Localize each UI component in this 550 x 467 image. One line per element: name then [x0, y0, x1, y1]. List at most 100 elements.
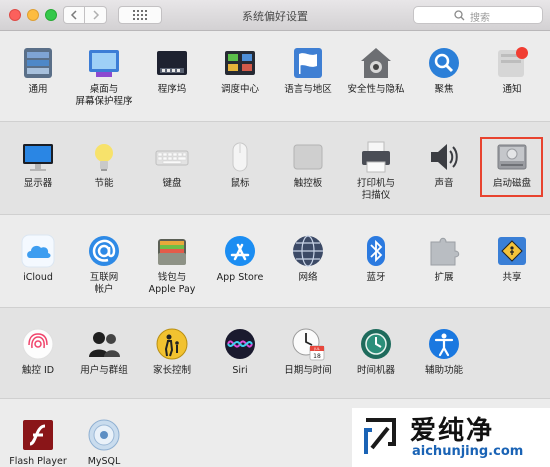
pref-general[interactable]: 通用 [6, 46, 70, 96]
pref-label: 蓝牙 [366, 272, 386, 283]
wallet-icon [155, 234, 189, 268]
pref-label: 通用 [28, 84, 48, 95]
pref-label: 互联网 帐户 [89, 272, 119, 295]
pref-label: 触控 ID [21, 365, 55, 376]
printer-icon [359, 140, 393, 174]
pref-time-machine[interactable]: 时间机器 [344, 327, 408, 377]
calendar-day: 18 [313, 353, 321, 360]
pref-dock[interactable]: 程序坞 [140, 46, 204, 96]
pref-label: 程序坞 [157, 84, 187, 95]
pref-language-region[interactable]: 语言与地区 [276, 46, 340, 96]
pref-spotlight[interactable]: 聚焦 [412, 46, 476, 96]
title-bar: 系统偏好设置 搜索 [0, 0, 550, 31]
pref-label: MySQL [87, 456, 121, 467]
pref-label: 鼠标 [230, 178, 250, 189]
pref-label: Siri [232, 365, 248, 376]
pref-label: 显示器 [23, 178, 53, 189]
keyboard-icon [155, 140, 189, 174]
mission-control-icon [223, 46, 257, 80]
pref-notifications[interactable]: 通知 [480, 46, 544, 96]
pref-label: 网络 [298, 272, 318, 283]
pref-label: 声音 [434, 178, 454, 189]
globe-icon [291, 234, 325, 268]
pref-label: 辅助功能 [424, 365, 463, 376]
pref-mouse[interactable]: 鼠标 [208, 140, 272, 190]
pref-trackpad[interactable]: 触控板 [276, 140, 340, 190]
pref-siri[interactable]: Siri [208, 327, 272, 377]
pref-internet-accounts[interactable]: 互联网 帐户 [72, 234, 136, 296]
dock-icon [155, 46, 189, 80]
bluetooth-icon [359, 234, 393, 268]
startup-disk-highlight-box [480, 137, 543, 197]
pref-mysql[interactable]: MySQL [72, 418, 136, 467]
clock-calendar-icon: JUL 18 [291, 327, 325, 361]
house-lock-icon [359, 46, 393, 80]
pref-label: 调度中心 [220, 84, 259, 95]
magnifier-icon [427, 46, 461, 80]
pref-label: 打印机与 扫描仪 [356, 178, 395, 201]
siri-icon [223, 327, 257, 361]
users-icon [87, 327, 121, 361]
pref-sound[interactable]: 声音 [412, 140, 476, 190]
flash-player-icon [21, 418, 55, 452]
time-machine-icon [359, 327, 393, 361]
pref-label: 触控板 [293, 178, 323, 189]
pref-keyboard[interactable]: 键盘 [140, 140, 204, 190]
pref-icloud[interactable]: iCloud [6, 234, 70, 284]
pref-label: 共享 [502, 272, 522, 283]
pref-label: 语言与地区 [284, 84, 332, 95]
pref-label: 安全性与隐私 [347, 84, 405, 95]
pref-label: 钱包与 Apple Pay [148, 272, 196, 295]
pref-touch-id[interactable]: 触控 ID [6, 327, 70, 377]
pref-label: 日期与时间 [284, 365, 332, 376]
pref-flash-player[interactable]: Flash Player [6, 418, 70, 467]
pref-security-privacy[interactable]: 安全性与隐私 [344, 46, 408, 96]
pref-label: iCloud [23, 272, 53, 283]
accessibility-icon [427, 327, 461, 361]
pref-energy-saver[interactable]: 节能 [72, 140, 136, 190]
pref-users-groups[interactable]: 用户与群组 [72, 327, 136, 377]
pref-label: 用户与群组 [80, 365, 128, 376]
app-store-icon [223, 234, 257, 268]
puzzle-piece-icon [427, 234, 461, 268]
pref-label: Flash Player [9, 456, 67, 467]
pref-accessibility[interactable]: 辅助功能 [412, 327, 476, 377]
pref-parental-controls[interactable]: 家长控制 [140, 327, 204, 377]
pref-date-time[interactable]: JUL 18 日期与时间 [276, 327, 340, 377]
trackpad-icon [291, 140, 325, 174]
sharing-sign-icon [495, 234, 529, 268]
search-field[interactable]: 搜索 [413, 6, 543, 24]
speaker-icon [427, 140, 461, 174]
pref-label: 通知 [502, 84, 522, 95]
pref-label: App Store [216, 272, 264, 283]
calendar-month: JUL [313, 347, 320, 351]
pref-mission-control[interactable]: 调度中心 [208, 46, 272, 96]
system-preferences-window: 系统偏好设置 搜索 通用 桌面与 屏幕保护程序 程序坞 调度中心 语言与地区 安… [0, 0, 550, 467]
pref-extensions[interactable]: 扩展 [412, 234, 476, 284]
pref-bluetooth[interactable]: 蓝牙 [344, 234, 408, 284]
pref-printers-scanners[interactable]: 打印机与 扫描仪 [344, 140, 408, 202]
pref-label: 键盘 [162, 178, 182, 189]
general-icon [21, 46, 55, 80]
fingerprint-icon [21, 327, 55, 361]
mouse-icon [223, 140, 257, 174]
pref-displays[interactable]: 显示器 [6, 140, 70, 190]
notification-icon [495, 46, 529, 80]
pref-app-store[interactable]: App Store [208, 234, 272, 284]
pref-sharing[interactable]: 共享 [480, 234, 544, 284]
pref-network[interactable]: 网络 [276, 234, 340, 284]
watermark: 爱纯净 aichunjing.com [352, 408, 550, 467]
search-placeholder: 搜索 [470, 13, 490, 24]
watermark-logo-icon [364, 418, 396, 454]
pref-wallet-apple-pay[interactable]: 钱包与 Apple Pay [140, 234, 204, 296]
lightbulb-icon [87, 140, 121, 174]
pref-label: 聚焦 [434, 84, 454, 95]
pref-label: 时间机器 [356, 365, 395, 376]
pref-label: 节能 [94, 178, 114, 189]
pref-label: 桌面与 屏幕保护程序 [75, 84, 133, 107]
watermark-url: aichunjing.com [412, 444, 524, 459]
watermark-brand: 爱纯净 [410, 416, 495, 446]
parental-controls-icon [155, 327, 189, 361]
flag-icon [291, 46, 325, 80]
pref-desktop[interactable]: 桌面与 屏幕保护程序 [72, 46, 136, 108]
